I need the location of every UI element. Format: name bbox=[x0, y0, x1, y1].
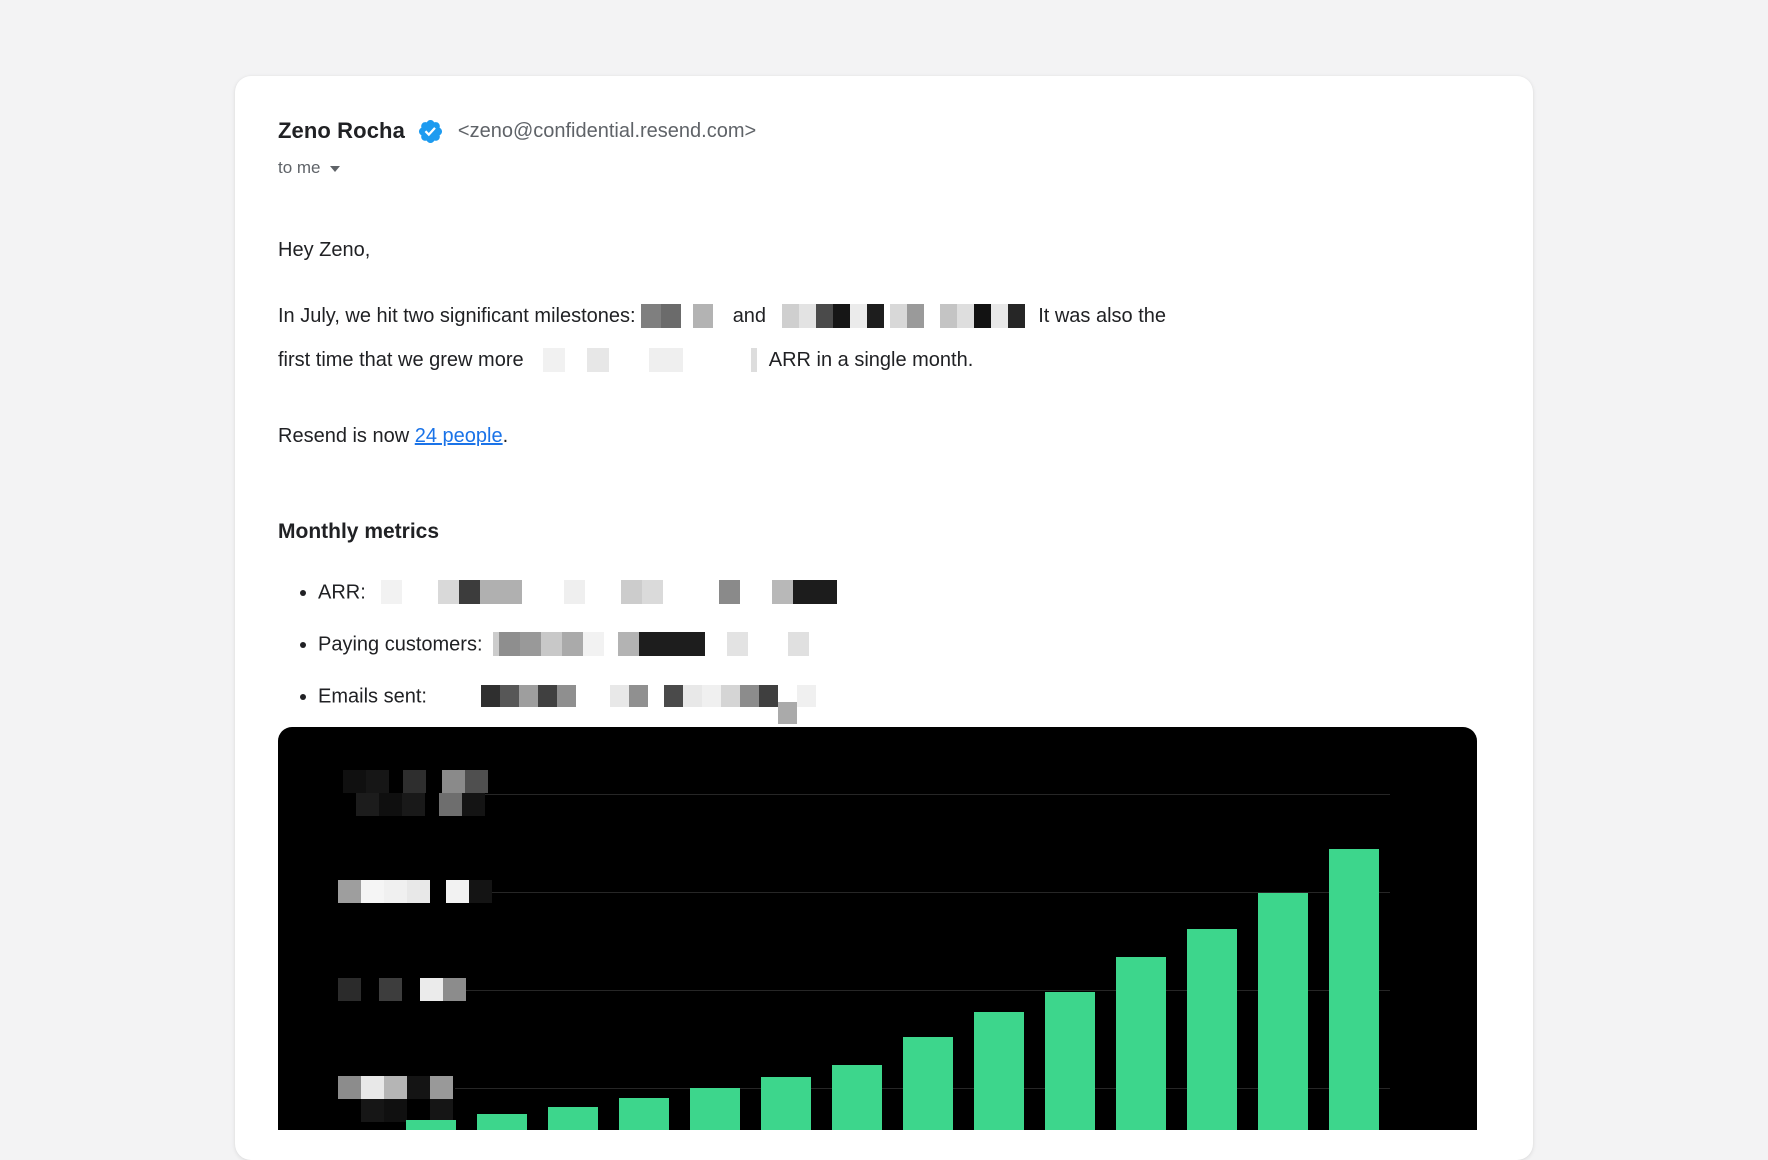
redacted-axis-label bbox=[356, 793, 485, 816]
redacted-text-block bbox=[641, 304, 713, 328]
chart-gridline bbox=[455, 892, 1390, 893]
email-card: Zeno Rocha <zeno@confidential.resend.com… bbox=[235, 76, 1533, 1160]
chart-bar bbox=[690, 1088, 740, 1130]
metrics-list: ARR: Paying customers: Emails sent: bbox=[278, 566, 1477, 722]
chart-bar bbox=[903, 1037, 953, 1130]
redacted-text-block bbox=[543, 348, 757, 372]
chart-bar bbox=[761, 1077, 811, 1130]
chart-bar bbox=[1187, 929, 1237, 1130]
chart-bar bbox=[477, 1114, 527, 1130]
redacted-value-block bbox=[481, 685, 816, 707]
redacted-axis-label bbox=[343, 770, 488, 793]
redacted-axis-label bbox=[338, 880, 492, 903]
paragraph-line-1: In July, we hit two significant mileston… bbox=[278, 294, 1477, 338]
sender-email: <zeno@confidential.resend.com> bbox=[458, 120, 756, 143]
recipient-dropdown[interactable]: to me bbox=[278, 156, 340, 180]
redacted-axis-label bbox=[338, 1099, 453, 1122]
metric-label: Emails sent: bbox=[318, 686, 427, 708]
chart-bar bbox=[1045, 992, 1095, 1130]
metric-item-paying-customers: Paying customers: bbox=[318, 618, 1477, 670]
screen: { "page":{"background":"#f3f3f4","card_b… bbox=[0, 0, 1768, 1160]
team-size-line: Resend is now 24 people. bbox=[278, 422, 1477, 450]
metric-item-arr: ARR: bbox=[318, 566, 1477, 618]
redacted-value-block bbox=[381, 580, 837, 604]
chart-bar bbox=[619, 1098, 669, 1130]
greeting-text: Hey Zeno, bbox=[278, 236, 1477, 264]
metric-label: ARR: bbox=[318, 582, 366, 604]
redacted-axis-label bbox=[338, 978, 466, 1001]
chevron-down-icon bbox=[330, 166, 340, 172]
verified-badge-icon bbox=[417, 118, 444, 145]
chart-bar bbox=[974, 1012, 1024, 1130]
email-content: Zeno Rocha <zeno@confidential.resend.com… bbox=[235, 76, 1533, 1130]
metric-item-emails-sent: Emails sent: bbox=[318, 670, 1477, 722]
email-header: Zeno Rocha <zeno@confidential.resend.com… bbox=[278, 116, 1477, 146]
chart-bar bbox=[832, 1065, 882, 1130]
chart-bar bbox=[1116, 957, 1166, 1130]
redacted-text-block bbox=[782, 304, 1025, 328]
chart-bar bbox=[548, 1107, 598, 1130]
chart-bar bbox=[406, 1120, 456, 1130]
people-count-link[interactable]: 24 people bbox=[415, 425, 503, 447]
milestones-paragraph: In July, we hit two significant mileston… bbox=[278, 294, 1477, 382]
chart-gridline bbox=[455, 990, 1390, 991]
redacted-axis-label bbox=[338, 1076, 453, 1099]
metric-label: Paying customers: bbox=[318, 634, 483, 656]
metrics-heading: Monthly metrics bbox=[278, 518, 1477, 546]
recipient-label: to me bbox=[278, 158, 321, 178]
sender-name: Zeno Rocha bbox=[278, 118, 405, 144]
growth-bar-chart bbox=[278, 727, 1477, 1130]
redacted-value-block bbox=[493, 632, 809, 656]
paragraph-line-2: first time that we grew more ARR in a si… bbox=[278, 338, 1477, 382]
chart-gridline bbox=[455, 794, 1390, 795]
chart-bar bbox=[1329, 849, 1379, 1130]
chart-bar bbox=[1258, 893, 1308, 1130]
